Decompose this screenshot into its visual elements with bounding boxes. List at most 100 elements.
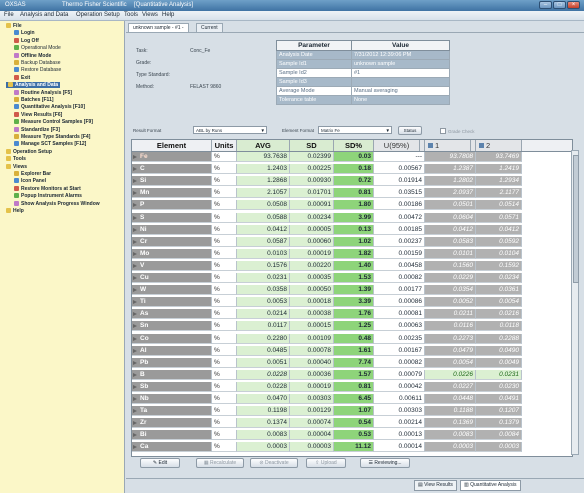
row-arrow-icon — [133, 300, 137, 305]
upload-button[interactable]: ⇧ Upload — [306, 458, 346, 468]
status-button[interactable]: Status — [398, 126, 422, 135]
tree-item[interactable]: Quantitative Analysis [F10] — [14, 104, 85, 110]
table-row[interactable]: Mn% 2.1057 0.01701 0.81 0.03515 2.0937 2.1177 — [132, 188, 572, 199]
table-row[interactable]: Ca% 0.0003 0.00003 11.12 0.00014 0.0003 0.0003 — [132, 442, 572, 453]
table-row[interactable]: Ti% 0.0053 0.00018 3.39 0.00086 0.0052 0.0054 — [132, 297, 572, 308]
avg-cell: 0.0412 — [237, 224, 290, 235]
table-row[interactable]: B% 0.0228 0.00036 1.57 0.00079 0.0226 0.0231 — [132, 369, 572, 380]
parameter-value[interactable]: #1 — [351, 68, 450, 78]
table-row[interactable]: As% 0.0214 0.00038 1.76 0.00081 0.0211 0.0216 — [132, 309, 572, 320]
tree-item[interactable]: Operational Mode — [14, 45, 61, 51]
tree-item[interactable]: Log Off — [14, 37, 39, 44]
status-tab-quantitative-analysis[interactable]: ▥ Quantitative Analysis — [460, 480, 521, 491]
row-arrow-icon — [133, 433, 137, 438]
tree-item[interactable]: Exit — [14, 74, 30, 81]
tree-item[interactable]: Standardize [F3] — [14, 126, 60, 133]
menu-operation-setup[interactable]: Operation Setup — [76, 12, 120, 18]
tree-item[interactable]: Manage SCT Samples [F12] — [14, 141, 86, 147]
tree-item[interactable]: Routine Analysis [F5] — [14, 89, 72, 96]
tree-item[interactable]: Explorer Bar — [14, 171, 51, 177]
scrollbar-thumb[interactable] — [573, 155, 579, 283]
table-row[interactable]: Ta% 0.1198 0.00129 1.07 0.00303 0.1188 0.1207 — [132, 406, 572, 417]
header-avg[interactable]: AVG — [237, 140, 290, 151]
tree-item[interactable]: Popup Instrument Alarms — [14, 193, 82, 199]
tree-item[interactable]: Tools — [6, 156, 26, 162]
reviewing-button[interactable]: ☰ Reviewing... — [360, 458, 410, 468]
tree-item[interactable]: Analysis and Data — [6, 82, 61, 89]
result-format-combo[interactable]: ABL by Runs ▼ — [193, 126, 267, 134]
table-row[interactable]: Pb% 0.0051 0.00040 7.74 0.00082 0.0054 0.0049 — [132, 357, 572, 368]
table-row[interactable]: W% 0.0358 0.00050 1.39 0.00177 0.0354 0.0361 — [132, 285, 572, 296]
menu-tools[interactable]: Tools — [124, 12, 138, 18]
tree-item[interactable]: File — [6, 23, 22, 29]
element-format-combo[interactable]: Matrix Fe ▼ — [318, 126, 392, 134]
grade-check-checkbox[interactable]: Grade Check — [440, 128, 475, 134]
header-sd-percent[interactable]: SD% — [334, 140, 374, 151]
table-row[interactable]: Mo% 0.0103 0.00019 1.82 0.00159 0.0101 0.0104 — [132, 248, 572, 259]
row-arrow-icon — [133, 421, 137, 426]
tree-item[interactable]: Operation Setup — [6, 148, 52, 155]
header-run-1[interactable]: 1 — [425, 140, 471, 151]
table-row[interactable]: Cu% 0.0231 0.00035 1.53 0.00082 0.0229 0.0234 — [132, 273, 572, 283]
grid-scrollbar[interactable] — [571, 150, 579, 455]
tree-item[interactable]: Restore Database — [14, 67, 61, 73]
cell-text: Nb — [140, 395, 149, 402]
sd-cell: 0.00050 — [290, 285, 334, 296]
table-row[interactable]: Ni% 0.0412 0.00005 0.13 0.00185 0.0412 0.0412 — [132, 224, 572, 235]
tree-item[interactable]: Measure Type Standards [F4] — [14, 134, 90, 140]
table-row[interactable]: C% 1.2403 0.00225 0.18 0.00567 1.2387 1.2419 — [132, 164, 572, 175]
menu-file[interactable]: File — [4, 12, 14, 18]
tree-item[interactable]: Batches [F11] — [14, 97, 54, 103]
table-row[interactable]: Cr% 0.0587 0.00060 1.02 0.00237 0.0583 0.0592 — [132, 236, 572, 247]
tree-item[interactable]: Offline Mode — [14, 52, 51, 59]
table-row[interactable]: Bi% 0.0083 0.00004 0.53 0.00013 0.0083 0.0084 — [132, 430, 572, 441]
header-element[interactable]: Element — [132, 140, 212, 151]
deactivate-button[interactable]: ⊘ Deactivate — [250, 458, 298, 468]
item-icon — [14, 193, 19, 199]
tree-item[interactable]: Restore Monitors at Start — [14, 185, 81, 192]
close-button[interactable]: × — [567, 1, 580, 9]
parameter-value[interactable]: Manual averaging — [351, 86, 450, 96]
table-row[interactable]: Nb% 0.0470 0.00303 6.45 0.00611 0.0448 0.0491 — [132, 394, 572, 404]
table-row[interactable]: Sb% 0.0228 0.00019 0.81 0.00042 0.0227 0.0230 — [132, 381, 572, 392]
units-cell: % — [212, 333, 237, 344]
tree-item[interactable]: Measure Control Samples [F9] — [14, 119, 93, 125]
table-row[interactable]: Co% 0.2280 0.00109 0.48 0.00235 0.2273 0.2288 — [132, 333, 572, 344]
table-row[interactable]: Zr% 0.1374 0.00074 0.54 0.00214 0.1369 0.1379 — [132, 418, 572, 429]
edit-button[interactable]: ✎ Edit — [140, 458, 180, 468]
table-row[interactable]: S% 0.0588 0.00234 3.99 0.00472 0.0604 0.0571 — [132, 212, 572, 223]
tree-item[interactable]: Help — [6, 208, 24, 214]
tab-current[interactable]: Current — [196, 23, 223, 32]
units-cell: % — [212, 176, 237, 187]
minimize-button[interactable]: – — [539, 1, 552, 9]
tree-item[interactable]: Icon Panel — [14, 178, 46, 184]
header-sd[interactable]: SD — [290, 140, 334, 151]
status-bar: ▤ View Results ▥ Quantitative Analysis — [126, 478, 584, 491]
header-run-2[interactable]: 2 — [476, 140, 522, 151]
tree-item[interactable]: Backup Database — [14, 60, 60, 66]
maximize-button[interactable]: □ — [553, 1, 566, 9]
tree-item[interactable]: Show Analysis Progress Window — [14, 200, 100, 207]
header-u95[interactable]: U(95%) — [374, 140, 420, 151]
recalculate-button[interactable]: ▦ Recalculate — [196, 458, 244, 468]
table-row[interactable]: Fe% 93.7638 0.02399 0.03 --- 93.7808 93.7469 — [132, 152, 572, 162]
menu-analysis-and-data[interactable]: Analysis and Data — [20, 12, 68, 18]
cell-text: % — [214, 334, 220, 342]
sd-percent-cell: 11.12 — [334, 442, 374, 453]
tree-item[interactable]: View Results [F6] — [14, 111, 62, 118]
table-row[interactable]: V% 0.1576 0.00220 1.40 0.00458 0.1560 0.1592 — [132, 260, 572, 271]
menu-help[interactable]: Help — [162, 12, 174, 18]
tree-item[interactable]: Views — [6, 163, 27, 170]
header-units[interactable]: Units — [212, 140, 237, 151]
menu-views[interactable]: Views — [142, 12, 158, 18]
tab-unknown-sample[interactable]: unknown sample - #1 - — [128, 23, 189, 32]
cell-text: 0.1379 — [499, 419, 519, 427]
table-row[interactable]: Si% 1.2868 0.00930 0.72 0.01914 1.2802 1.2934 — [132, 176, 572, 187]
table-row[interactable]: Al% 0.0485 0.00078 1.61 0.00167 0.0479 0.0490 — [132, 345, 572, 356]
status-tab-view-results[interactable]: ▤ View Results — [414, 480, 457, 491]
parameter-row: Tolerance table None — [276, 95, 450, 105]
cell-text: 0.0226 — [453, 370, 473, 378]
table-row[interactable]: P% 0.0508 0.00091 1.80 0.00186 0.0501 0.0514 — [132, 200, 572, 211]
table-row[interactable]: Sn% 0.0117 0.00015 1.25 0.00063 0.0116 0.0118 — [132, 321, 572, 332]
tree-item[interactable]: Login — [14, 30, 35, 36]
